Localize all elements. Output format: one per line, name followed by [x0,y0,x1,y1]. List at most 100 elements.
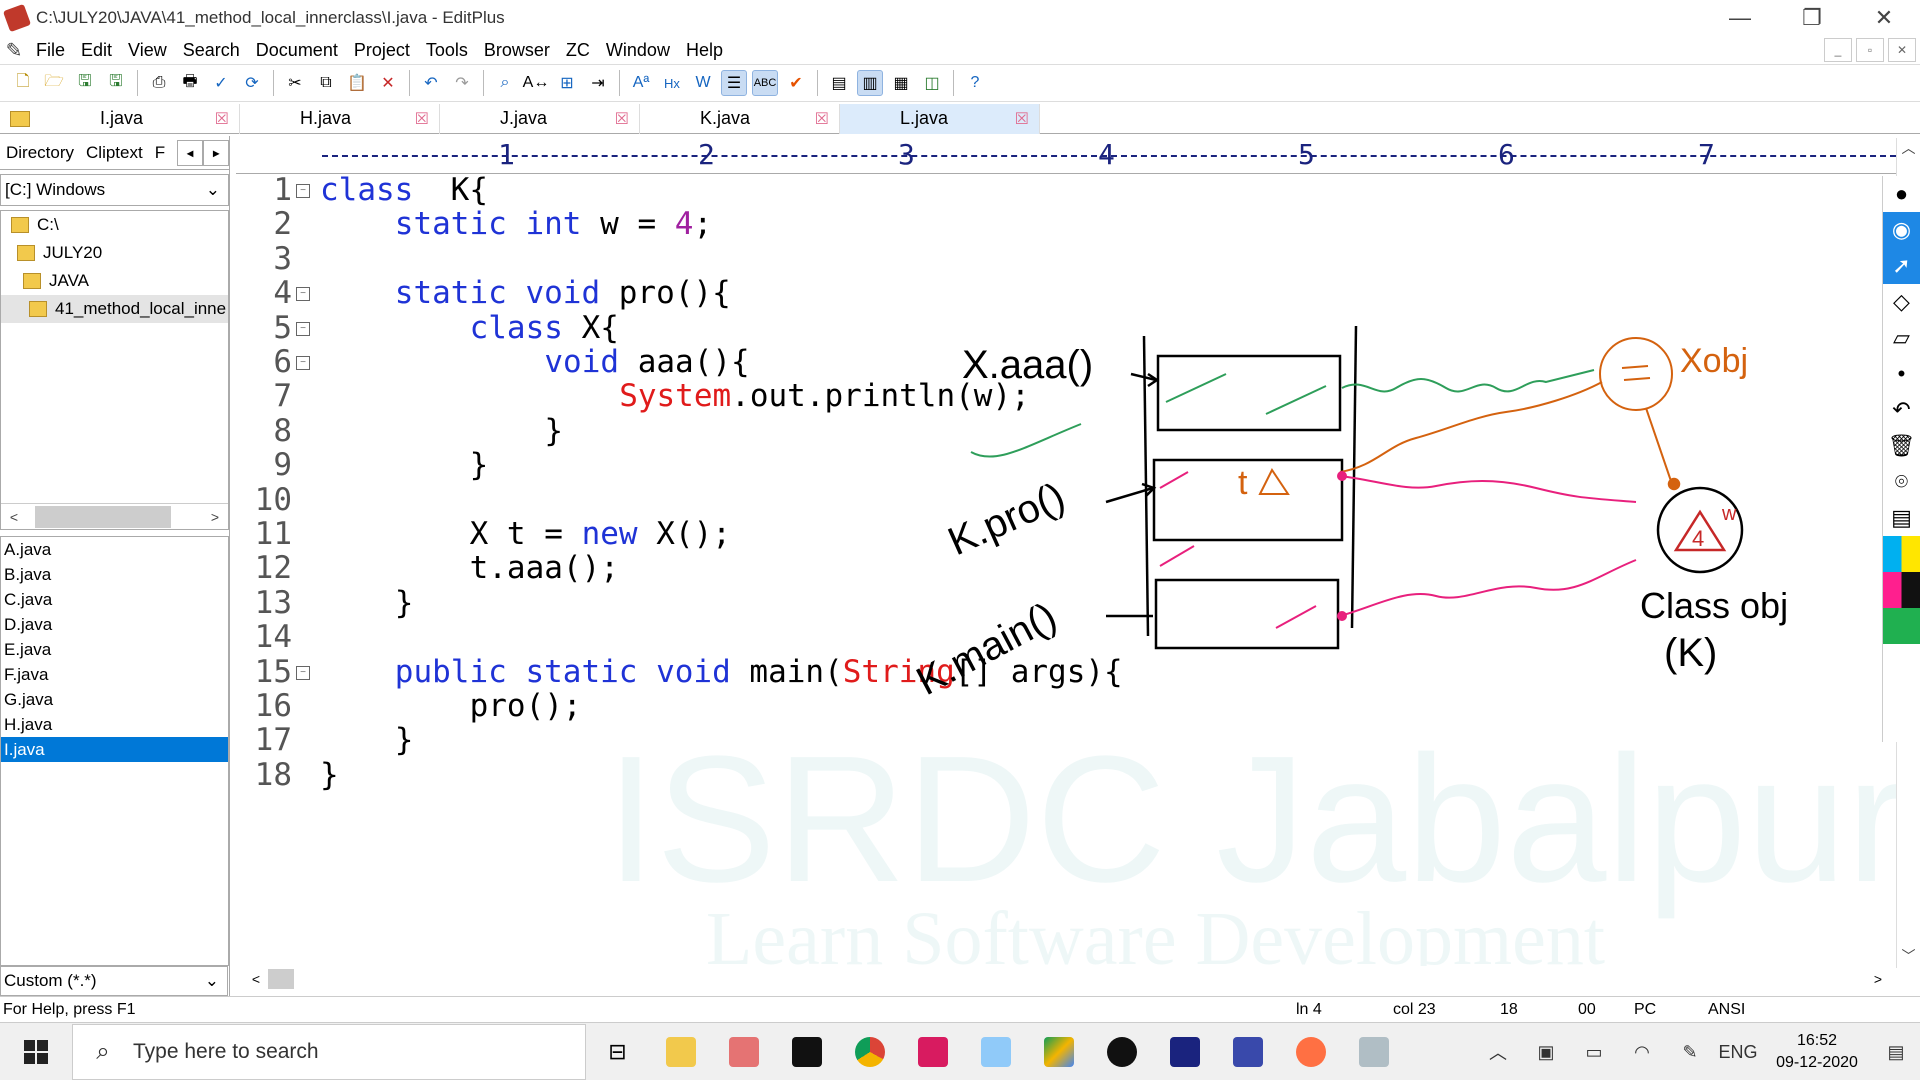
eye-icon[interactable]: ◉ [1883,212,1920,248]
color-swatch-cyan[interactable] [1883,536,1920,572]
tab-cliptext[interactable]: Cliptext [80,143,149,163]
tab-j-java[interactable]: J.java ☒ [440,103,640,134]
new-file-icon[interactable]: 🗋 [10,70,36,96]
file-item-g[interactable]: G.java [1,687,228,712]
menu-browser[interactable]: Browser [476,40,558,61]
mdi-restore-button[interactable]: ▫ [1856,38,1884,62]
tree-item-root[interactable]: C:\ [1,211,228,239]
undo-icon[interactable]: ↶ [1883,392,1920,428]
font-icon[interactable]: Aª [628,70,654,96]
menu-zc[interactable]: ZC [558,40,598,61]
meet-now-icon[interactable]: ▣ [1522,1042,1570,1063]
checkmark-icon[interactable]: ✔ [783,70,809,96]
tab-next-icon[interactable]: ▸ [203,139,230,166]
highlighter-icon[interactable]: ▱ [1883,320,1920,356]
close-tab-icon[interactable]: ☒ [615,109,629,129]
lightbulb-app-icon[interactable] [1090,1023,1153,1081]
print-preview-icon[interactable]: ⎙ [146,70,172,96]
menu-file[interactable]: File [28,40,73,61]
mdi-minimize-button[interactable]: _ [1824,38,1852,62]
clipboard-icon[interactable]: ▤ [1883,500,1920,536]
redo-icon[interactable]: ↷ [449,70,475,96]
file-item-b[interactable]: B.java [1,562,228,587]
tab-l-java[interactable]: L.java ☒ [840,103,1040,134]
menu-document[interactable]: Document [248,40,346,61]
open-folder-icon[interactable]: 🗁 [41,70,67,96]
close-tab-icon[interactable]: ☒ [415,109,429,129]
goto-line-icon[interactable]: ⇥ [585,70,611,96]
folder-icon[interactable] [0,104,40,134]
mysql-icon[interactable] [1153,1023,1216,1081]
menu-window[interactable]: Window [598,40,678,61]
tree-scrollbar[interactable]: < > [1,503,228,529]
minimize-button[interactable]: — [1704,0,1776,36]
scroll-right-icon[interactable]: > [202,509,228,525]
delete-icon[interactable]: ✕ [375,70,401,96]
color-swatch-green[interactable] [1883,608,1920,644]
file-explorer-icon[interactable] [649,1023,712,1081]
wifi-icon[interactable]: ◠ [1618,1042,1666,1063]
eraser-icon[interactable]: ◇ [1883,284,1920,320]
tree-item-java[interactable]: JAVA [1,267,228,295]
cursor-icon[interactable]: ➚ [1883,248,1920,284]
chevron-up-icon[interactable]: ︿ [1474,1039,1522,1065]
scroll-left-icon[interactable]: < [1,509,27,525]
tab-i-java[interactable]: I.java ☒ [40,103,240,134]
paint-icon[interactable] [901,1023,964,1081]
file-item-h[interactable]: H.java [1,712,228,737]
browser-icon[interactable]: ◫ [919,70,945,96]
close-tab-icon[interactable]: ☒ [1015,109,1029,129]
firefox-icon[interactable] [1279,1023,1342,1081]
file-item-a[interactable]: A.java [1,537,228,562]
spellcheck-icon[interactable]: ✓ [208,70,234,96]
tab-h-java[interactable]: H.java ☒ [240,103,440,134]
horizontal-scrollbar[interactable]: < > [244,966,1896,992]
find-in-files-icon[interactable]: ⊞ [554,70,580,96]
close-button[interactable]: ✕ [1848,0,1920,36]
refresh-icon[interactable]: ⟳ [239,70,265,96]
notification-icon[interactable]: ▤ [1872,1042,1920,1063]
cliptext-window-icon[interactable]: ▥ [857,70,883,96]
notepad-icon[interactable] [964,1023,1027,1081]
close-tab-icon[interactable]: ☒ [215,109,229,129]
copy-icon[interactable]: ⧉ [313,70,339,96]
taskbar-search[interactable]: ⌕ Type here to search [72,1023,586,1080]
file-item-d[interactable]: D.java [1,612,228,637]
lightbulb-icon[interactable]: ● [1883,176,1920,212]
file-filter-select[interactable]: Custom (*.*) ⌄ [0,966,228,996]
undo-icon[interactable]: ↶ [418,70,444,96]
menu-search[interactable]: Search [175,40,248,61]
menu-view[interactable]: View [120,40,175,61]
task-view-icon[interactable]: ⊟ [586,1023,649,1081]
terminal-icon[interactable] [775,1023,838,1081]
close-tab-icon[interactable]: ☒ [815,109,829,129]
tab-f[interactable]: F [149,143,171,163]
battery-icon[interactable]: ▭ [1570,1042,1618,1063]
clock[interactable]: 16:52 09-12-2020 [1762,1030,1872,1074]
menu-edit[interactable]: Edit [73,40,120,61]
scroll-right-icon[interactable]: > [1874,971,1882,987]
maximize-button[interactable]: ❐ [1776,0,1848,36]
file-item-i[interactable]: I.java [1,737,228,762]
menu-project[interactable]: Project [346,40,418,61]
help-icon[interactable]: ? [962,70,988,96]
language-indicator[interactable]: ENG [1714,1042,1762,1063]
google-drive-icon[interactable] [1027,1023,1090,1081]
tab-k-java[interactable]: K.java ☒ [640,103,840,134]
file-item-f[interactable]: F.java [1,662,228,687]
file-item-c[interactable]: C.java [1,587,228,612]
paste-icon[interactable]: 📋 [344,70,370,96]
pen-icon[interactable]: ✎ [1666,1042,1714,1063]
replace-icon[interactable]: A↔ [523,70,550,96]
mdi-close-button[interactable]: ✕ [1888,38,1916,62]
editplus-taskbar-icon[interactable] [712,1023,775,1081]
file-item-e[interactable]: E.java [1,637,228,662]
start-button[interactable] [0,1023,72,1081]
eclipse-icon[interactable] [1216,1023,1279,1081]
hex-icon[interactable]: Hx [659,70,685,96]
find-icon[interactable]: ⌕ [492,70,518,96]
tab-prev-icon[interactable]: ◂ [177,139,204,166]
menu-tools[interactable]: Tools [418,40,476,61]
tab-directory[interactable]: Directory [0,143,80,163]
line-number-icon[interactable]: ☰ [721,70,747,96]
